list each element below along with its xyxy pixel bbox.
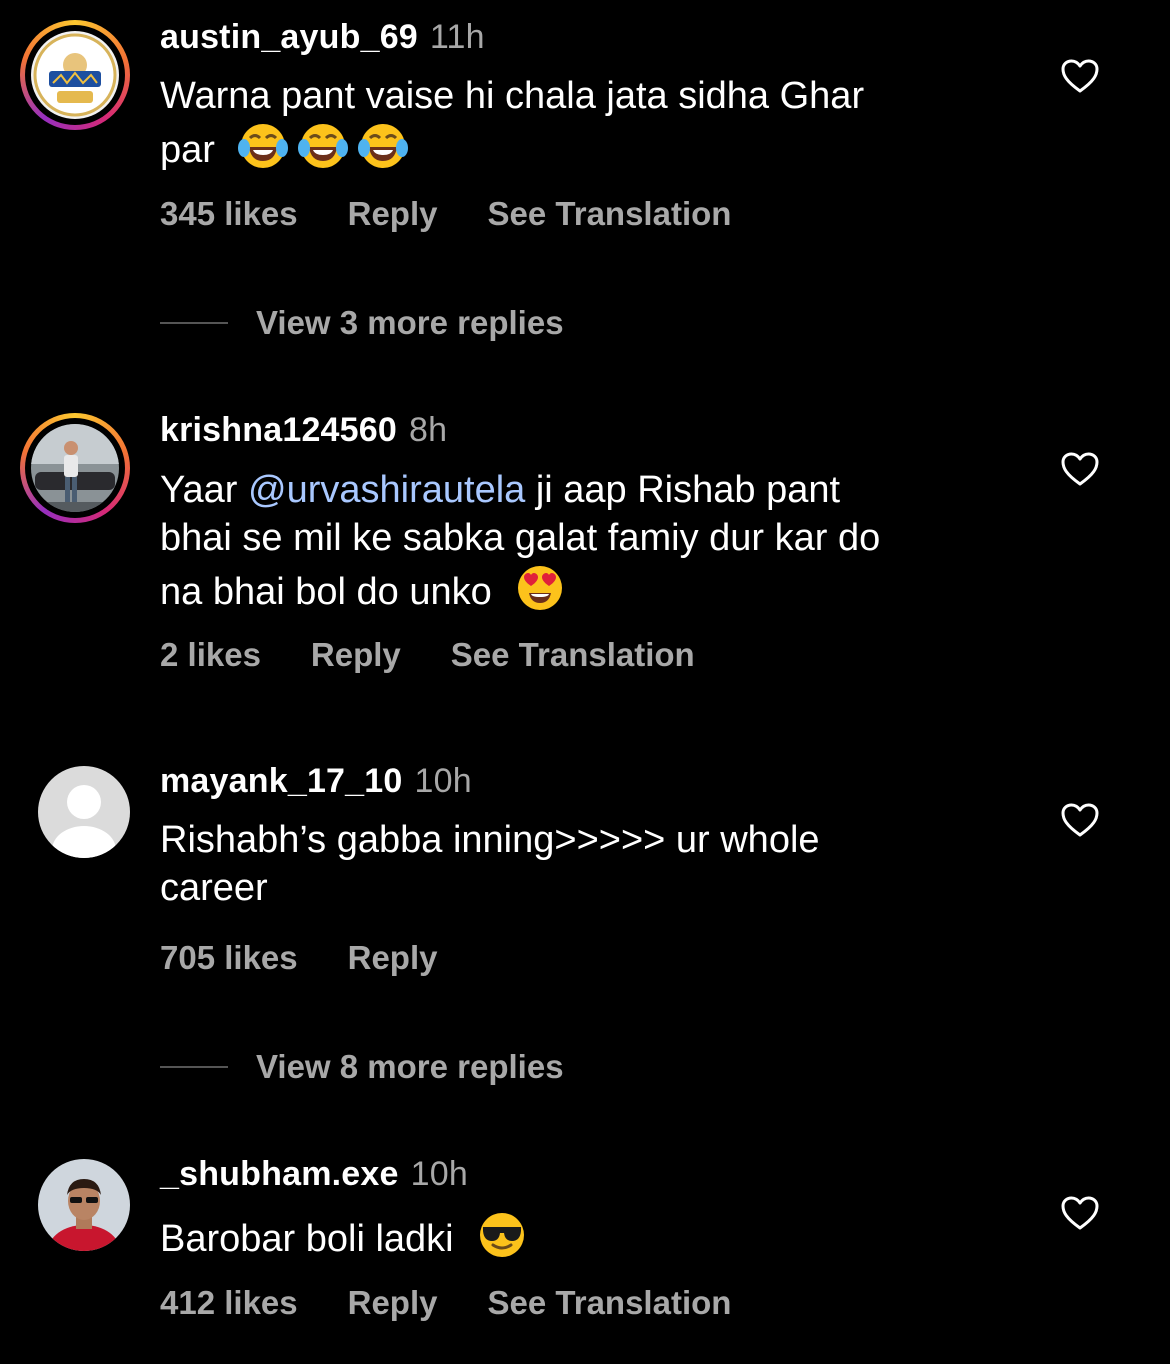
comment-text: Warna pant vaise hi chala jata sidha Gha…	[160, 75, 865, 171]
likes-count[interactable]: 412 likes	[160, 1284, 298, 1322]
avatar-mayank[interactable]	[38, 766, 130, 858]
see-translation-button[interactable]: See Translation	[488, 1284, 732, 1322]
reply-button[interactable]: Reply	[311, 636, 401, 674]
user-photo-icon	[31, 424, 119, 512]
view-more-replies-button[interactable]: View 3 more replies	[160, 304, 564, 342]
likes-count[interactable]: 705 likes	[160, 939, 298, 977]
see-translation-button[interactable]: See Translation	[488, 195, 732, 233]
comment-actions: 345 likes Reply See Translation	[160, 195, 781, 233]
reply-button[interactable]: Reply	[348, 1284, 438, 1322]
username[interactable]: mayank_17_10 10h	[160, 762, 472, 801]
view-more-label: View 3 more replies	[256, 304, 564, 341]
comment-text: Barobar boli ladki	[160, 1209, 1020, 1263]
view-more-label: View 8 more replies	[256, 1048, 564, 1085]
heart-outline-icon[interactable]	[1060, 451, 1100, 487]
sunglasses-emoji-icon	[480, 1213, 525, 1257]
comment-time: 11h	[429, 18, 485, 56]
comment-time: 8h	[409, 411, 448, 449]
avatar-shubham[interactable]	[38, 1159, 130, 1251]
comment-actions: 705 likes Reply	[160, 939, 488, 977]
comment-text: Yaar @urvashirautela ji aap Rishab pant …	[160, 469, 881, 613]
see-translation-button[interactable]: See Translation	[451, 636, 695, 674]
comment-time: 10h	[410, 1155, 468, 1193]
reply-button[interactable]: Reply	[348, 939, 438, 977]
tears-of-joy-emoji-icon	[238, 124, 289, 168]
tears-of-joy-emoji-icon	[358, 124, 409, 168]
tears-of-joy-emoji-icon	[298, 124, 349, 168]
mumbai-indians-logo-icon	[33, 33, 117, 117]
comment-actions: 2 likes Reply See Translation	[160, 636, 745, 674]
divider-line	[160, 1066, 228, 1068]
avatar-austin[interactable]	[20, 20, 130, 130]
likes-count[interactable]: 2 likes	[160, 636, 261, 674]
view-more-replies-button[interactable]: View 8 more replies	[160, 1048, 564, 1086]
divider-line	[160, 322, 228, 324]
comment-text: Rishabh’s gabba inning>>>>> ur whole car…	[160, 819, 820, 909]
heart-outline-icon[interactable]	[1060, 58, 1100, 94]
user-photo-icon	[38, 1159, 130, 1251]
username[interactable]: _shubham.exe 10h	[160, 1155, 468, 1194]
comment-time: 10h	[414, 762, 472, 800]
heart-outline-icon[interactable]	[1060, 802, 1100, 838]
username[interactable]: krishna124560 8h	[160, 411, 447, 450]
username[interactable]: austin_ayub_69 11h	[160, 18, 485, 57]
default-avatar-icon	[38, 766, 130, 858]
likes-count[interactable]: 345 likes	[160, 195, 298, 233]
avatar-krishna[interactable]	[20, 413, 130, 523]
heart-eyes-emoji-icon	[518, 566, 563, 610]
mention-link[interactable]: @urvashirautela	[248, 469, 525, 511]
comment-actions: 412 likes Reply See Translation	[160, 1284, 781, 1322]
heart-outline-icon[interactable]	[1060, 1195, 1100, 1231]
reply-button[interactable]: Reply	[348, 195, 438, 233]
